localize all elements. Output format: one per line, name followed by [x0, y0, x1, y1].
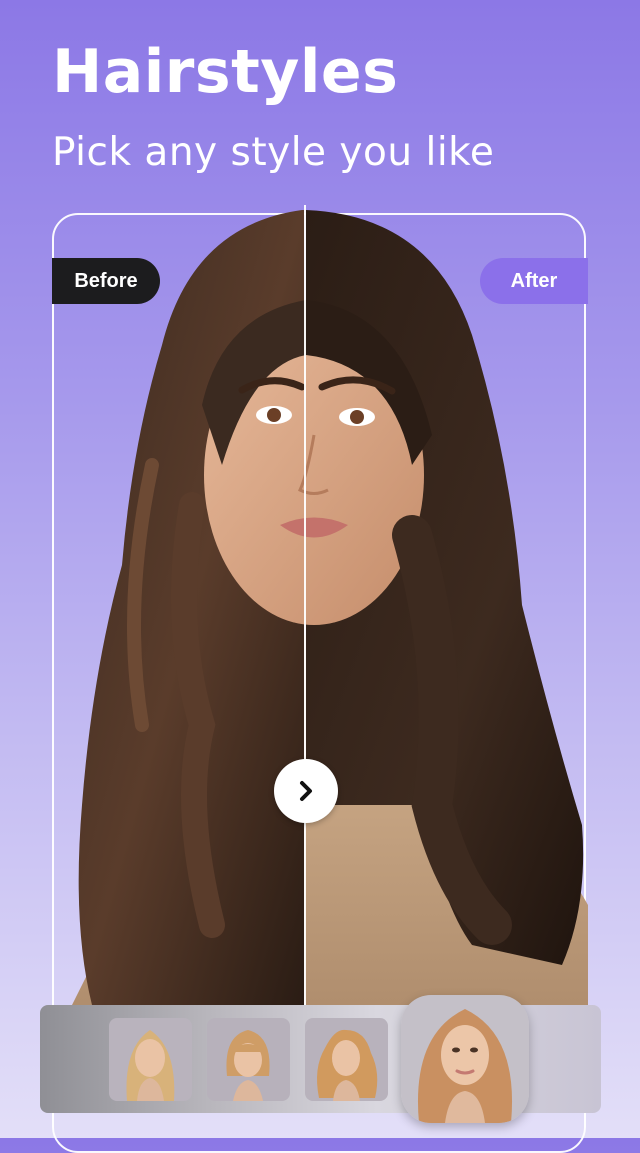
portrait-image — [72, 210, 588, 1005]
page-subtitle: Pick any style you like — [52, 130, 495, 175]
comparison-divider[interactable] — [304, 205, 306, 1005]
style-thumbnail-image — [207, 1018, 290, 1101]
comparison-photo — [52, 205, 588, 1005]
style-thumbnail-image — [401, 995, 529, 1123]
page-title: Hairstyles — [52, 37, 399, 107]
chevron-right-icon — [300, 781, 312, 801]
before-badge: Before — [52, 258, 160, 304]
style-thumbnail-wavy[interactable] — [305, 1018, 388, 1101]
after-badge: After — [480, 258, 588, 304]
style-thumbnail-image — [109, 1018, 192, 1101]
style-thumbnail-selected[interactable] — [401, 995, 529, 1123]
style-thumbnail-long-straight[interactable] — [109, 1018, 192, 1101]
comparison-slider-handle[interactable] — [274, 759, 338, 823]
style-thumbnail-image — [305, 1018, 388, 1101]
style-thumbnail-bob[interactable] — [207, 1018, 290, 1101]
